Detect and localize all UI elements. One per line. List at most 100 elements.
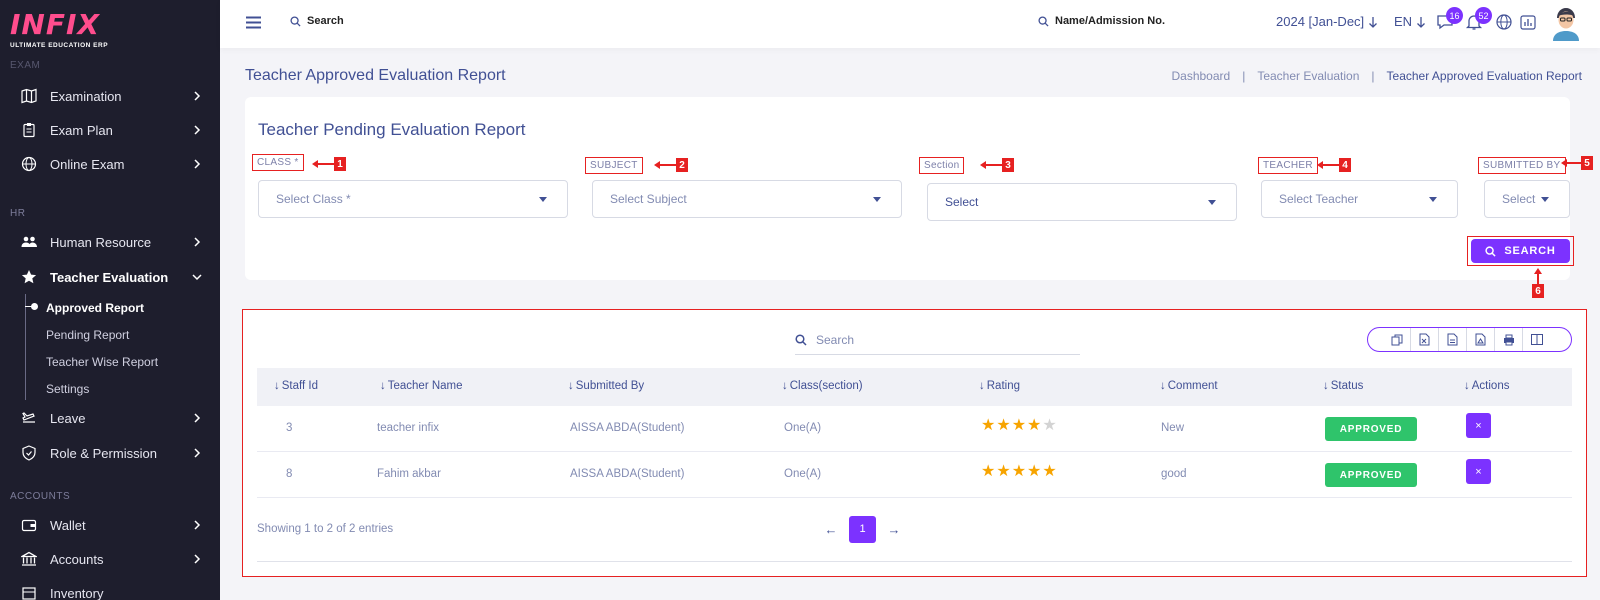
section-select-value: Select	[945, 195, 979, 209]
breadcrumb-dashboard[interactable]: Dashboard	[1171, 69, 1230, 83]
excel-button[interactable]	[1411, 328, 1439, 351]
sidebar-item-leave[interactable]: Leave	[0, 403, 220, 433]
sidebar-item-wallet[interactable]: Wallet	[0, 510, 220, 540]
search-icon	[1485, 245, 1496, 257]
reports-button[interactable]	[1519, 13, 1539, 33]
page-title: Teacher Approved Evaluation Report	[245, 67, 506, 84]
annotation-1: 1	[312, 157, 346, 171]
sidebar-item-role-permission[interactable]: Role & Permission	[0, 438, 220, 468]
column-header-comment[interactable]: ↓ Comment	[1160, 380, 1218, 392]
section-label-exam: EXAM	[10, 60, 41, 71]
sidebar-item-label: Wallet	[50, 517, 86, 533]
notifications-button[interactable]: 52	[1465, 7, 1492, 33]
results-table-card: Search ↓ Staff Id ↓ Teacher Name ↓ Submitte…	[242, 309, 1587, 577]
csv-button[interactable]	[1439, 328, 1467, 351]
subject-select[interactable]: Select Subject	[592, 180, 902, 218]
filter-title: Teacher Pending Evaluation Report	[258, 120, 526, 139]
delete-button[interactable]: ×	[1466, 413, 1491, 438]
column-label: Staff Id	[281, 380, 318, 392]
sidebar-item-exam-plan[interactable]: Exam Plan	[0, 115, 220, 145]
chevron-down-icon	[192, 274, 202, 281]
star-filled-icon: ★	[981, 463, 996, 480]
export-button-group	[1367, 327, 1572, 352]
delete-button[interactable]: ×	[1466, 459, 1491, 484]
sidebar-item-online-exam[interactable]: Online Exam	[0, 149, 220, 179]
annotation-number: 1	[334, 157, 346, 171]
pdf-button[interactable]	[1467, 328, 1495, 351]
column-header-teacher-name[interactable]: ↓ Teacher Name	[380, 380, 463, 392]
caret-down-icon	[1208, 200, 1216, 205]
arrow-down-icon	[1417, 16, 1426, 28]
sidebar-item-accounts[interactable]: Accounts	[0, 544, 220, 574]
chevron-right-icon	[194, 125, 201, 135]
student-search[interactable]: Name/Admission No.	[1038, 15, 1165, 27]
column-header-status[interactable]: ↓ Status	[1323, 380, 1363, 392]
column-header-rating[interactable]: ↓ Rating	[979, 380, 1020, 392]
sort-arrow-icon: ↓	[274, 380, 280, 392]
menu-search[interactable]: Search	[290, 15, 344, 27]
session-select[interactable]: 2024 [Jan-Dec]	[1276, 14, 1378, 29]
columns-icon	[1531, 334, 1543, 345]
users-icon	[20, 233, 38, 251]
breadcrumb-separator: |	[1242, 69, 1246, 83]
logo[interactable]: INFIX ULTIMATE EDUCATION ERP	[10, 8, 108, 49]
copy-button[interactable]	[1383, 328, 1411, 351]
section-label-accounts: ACCOUNTS	[10, 491, 71, 502]
column-header-actions[interactable]: ↓ Actions	[1464, 380, 1509, 392]
column-header-staff-id[interactable]: ↓ Staff Id	[274, 380, 318, 392]
section-select[interactable]: Select	[927, 183, 1237, 221]
messages-button[interactable]: 16	[1436, 7, 1463, 33]
user-avatar[interactable]	[1551, 5, 1581, 41]
sidebar: INFIX ULTIMATE EDUCATION ERP EXAM Examin…	[0, 0, 220, 600]
page-button-current[interactable]: 1	[849, 515, 876, 543]
sidebar-sub-settings[interactable]: Settings	[46, 382, 89, 396]
columns-button[interactable]	[1523, 328, 1551, 351]
pagination: ← 1 →	[813, 515, 912, 543]
column-header-class-section[interactable]: ↓ Class(section)	[782, 380, 863, 392]
sidebar-sub-teacher-wise-report[interactable]: Teacher Wise Report	[46, 355, 158, 369]
breadcrumb-teacher-evaluation[interactable]: Teacher Evaluation	[1257, 69, 1359, 83]
sidebar-item-human-resource[interactable]: Human Resource	[0, 227, 220, 257]
annotation-3: 3	[980, 158, 1014, 172]
column-label: Comment	[1167, 380, 1218, 392]
table-row: 3 teacher infix AISSA ABDA(Student) One(…	[257, 406, 1572, 452]
avatar-icon	[1553, 8, 1579, 41]
teacher-select[interactable]: Select Teacher	[1261, 180, 1458, 218]
chevron-right-icon	[194, 520, 201, 530]
annotation-4: 4	[1317, 158, 1351, 172]
shield-icon	[20, 444, 38, 462]
sidebar-item-label: Accounts	[50, 551, 104, 567]
section-label-hr: HR	[10, 208, 26, 219]
submitted-by-select[interactable]: Select	[1484, 180, 1570, 218]
website-button[interactable]	[1495, 13, 1515, 33]
column-label: Submitted By	[575, 380, 645, 392]
caret-down-icon	[1429, 197, 1437, 202]
sidebar-item-label: Examination	[50, 88, 122, 104]
chevron-right-icon	[194, 237, 201, 247]
next-page-button[interactable]: →	[876, 515, 912, 543]
sidebar-sub-approved-report[interactable]: Approved Report	[46, 301, 144, 315]
column-header-submitted-by[interactable]: ↓ Submitted By	[568, 380, 644, 392]
language-select[interactable]: EN	[1394, 14, 1426, 29]
previous-page-button[interactable]: ←	[813, 515, 849, 543]
student-search-label: Name/Admission No.	[1055, 15, 1166, 27]
print-button[interactable]	[1495, 328, 1523, 351]
logo-tagline: ULTIMATE EDUCATION ERP	[10, 42, 109, 49]
sidebar-item-examination[interactable]: Examination	[0, 81, 220, 111]
clipboard-icon	[20, 121, 38, 139]
sidebar-item-inventory[interactable]: Inventory	[0, 578, 220, 600]
chevron-right-icon	[194, 91, 201, 101]
cell-staff-id: 3	[286, 422, 293, 434]
session-label: 2024 [Jan-Dec]	[1276, 14, 1365, 29]
class-select[interactable]: Select Class *	[258, 180, 568, 218]
sidebar-item-label: Role & Permission	[50, 445, 157, 461]
search-button[interactable]: SEARCH	[1471, 239, 1570, 263]
menu-toggle-icon[interactable]	[246, 16, 261, 34]
sidebar-sub-pending-report[interactable]: Pending Report	[46, 328, 129, 342]
table-search-input[interactable]: Search	[795, 325, 1080, 355]
bank-icon	[20, 550, 38, 568]
sidebar-item-label: Human Resource	[50, 234, 152, 250]
search-button-label: SEARCH	[1504, 245, 1556, 257]
sort-arrow-icon: ↓	[1464, 380, 1470, 392]
sidebar-item-teacher-evaluation[interactable]: Teacher Evaluation	[0, 262, 220, 292]
